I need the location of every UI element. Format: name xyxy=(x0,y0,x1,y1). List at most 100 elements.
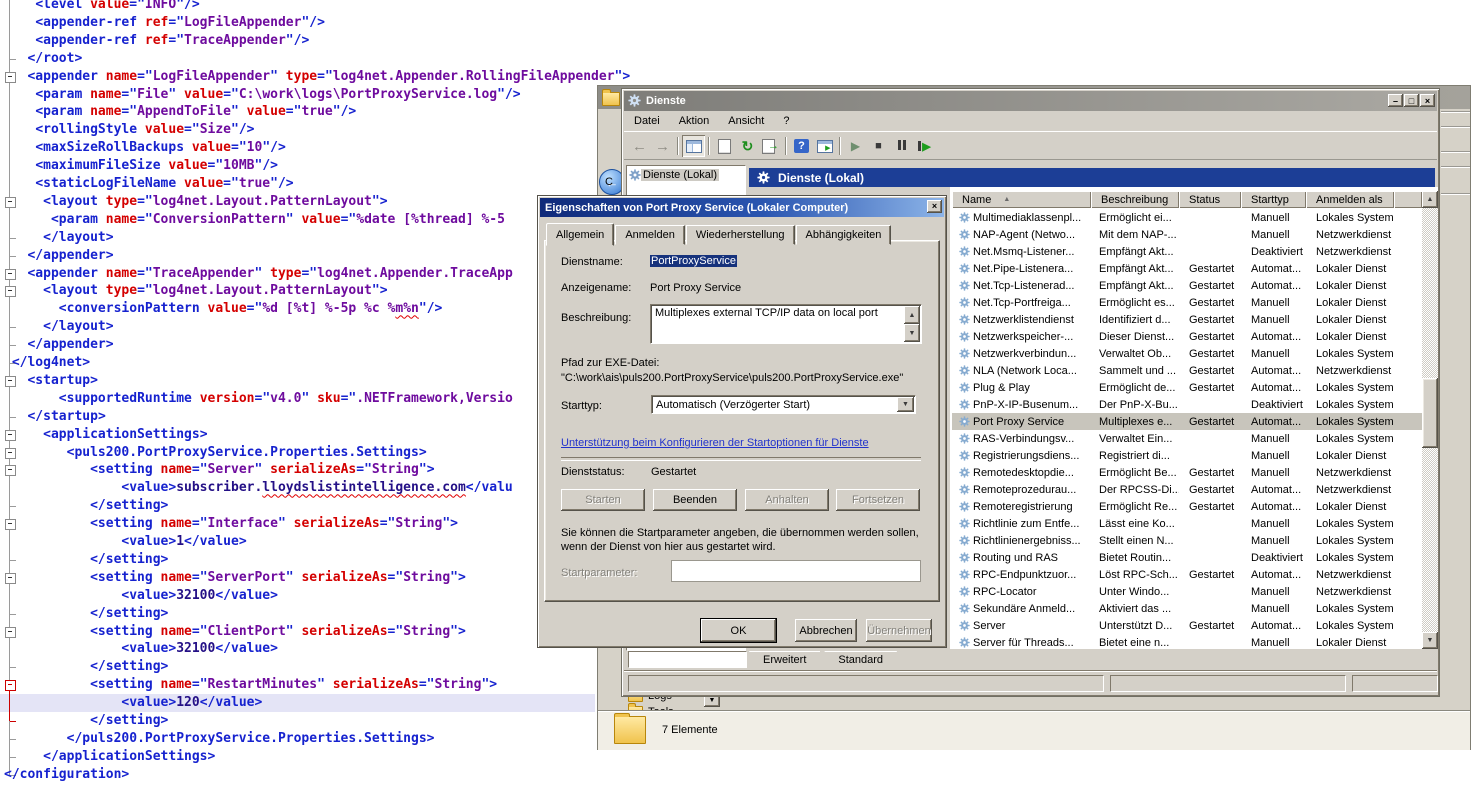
scroll-up-button[interactable]: ▲ xyxy=(904,306,920,324)
service-row[interactable]: Net.Pipe-Listenera...Empfängt Akt...Gest… xyxy=(952,260,1422,277)
code-line[interactable]: <appender-ref ref="LogFileAppender"/> xyxy=(0,14,595,32)
back-icon[interactable]: ← xyxy=(628,135,651,157)
scroll-up-button[interactable]: ▲ xyxy=(1422,191,1438,208)
code-line[interactable]: <appender name="TraceAppender" type="log… xyxy=(0,265,595,283)
tree-item-dienste-lokal[interactable]: Dienste (Lokal) xyxy=(629,169,743,181)
tab-abhängigkeiten[interactable]: Abhängigkeiten xyxy=(796,225,892,245)
code-line[interactable]: <param name="ConversionPattern" value="%… xyxy=(0,211,595,229)
tab-anmelden[interactable]: Anmelden xyxy=(615,225,685,245)
service-row[interactable]: Sekundäre Anmeld...Aktiviert das ...Manu… xyxy=(952,600,1422,617)
menu-aktion[interactable]: Aktion xyxy=(679,115,710,127)
service-row[interactable]: Server für Threads...Bietet eine n...Man… xyxy=(952,634,1422,649)
close-icon[interactable]: × xyxy=(927,200,942,213)
code-line[interactable]: <startup> xyxy=(0,372,595,390)
code-line[interactable]: <setting name="ServerPort" serializeAs="… xyxy=(0,569,595,587)
scrollbar-thumb[interactable] xyxy=(1422,378,1438,448)
column-header-beschreibung[interactable]: Beschreibung xyxy=(1091,191,1179,208)
window-play-icon[interactable]: ▶ xyxy=(813,135,836,157)
service-row[interactable]: Net.Tcp-Listenerad...Empfängt Akt...Gest… xyxy=(952,277,1422,294)
help-icon[interactable]: ? xyxy=(790,135,813,157)
code-line[interactable]: <staticLogFileName value="true"/> xyxy=(0,175,595,193)
beenden-button[interactable]: Beenden xyxy=(653,489,737,511)
service-row[interactable]: RPC-Endpunktzuor...Löst RPC-Sch...Gestar… xyxy=(952,566,1422,583)
service-row[interactable]: Remotedesktopdie...Ermöglicht Be...Gesta… xyxy=(952,464,1422,481)
stop-service-icon[interactable]: ■ xyxy=(867,135,890,157)
code-line[interactable]: <layout type="log4net.Layout.PatternLayo… xyxy=(0,282,595,300)
service-row[interactable]: RPC-LocatorUnter Windo...ManuellNetzwerk… xyxy=(952,583,1422,600)
fold-toggle-icon[interactable] xyxy=(5,286,16,297)
fold-toggle-icon[interactable] xyxy=(5,430,16,441)
fold-toggle-icon[interactable] xyxy=(5,627,16,638)
code-line[interactable]: <maximumFileSize value="10MB"/> xyxy=(0,157,595,175)
show-console-tree-icon[interactable] xyxy=(682,135,705,157)
minimize-icon[interactable]: – xyxy=(1388,94,1403,107)
code-line[interactable]: </root> xyxy=(0,50,595,68)
code-line[interactable]: </layout> xyxy=(0,229,595,247)
fold-toggle-icon[interactable] xyxy=(5,519,16,530)
service-row[interactable]: Remoteprozedurau...Der RPCSS-Di...Gestar… xyxy=(952,481,1422,498)
fold-toggle-icon[interactable] xyxy=(5,376,16,387)
service-row[interactable]: RAS-Verbindungsv...Verwaltet Ein...Manue… xyxy=(952,430,1422,447)
service-row[interactable]: Netzwerkverbindun...Verwaltet Ob...Gesta… xyxy=(952,345,1422,362)
service-row[interactable]: NLA (Network Loca...Sammelt und ...Gesta… xyxy=(952,362,1422,379)
code-line[interactable]: </setting> xyxy=(0,712,595,730)
code-line[interactable]: </applicationSettings> xyxy=(0,748,595,766)
code-line[interactable]: <level value="INFO"/> xyxy=(0,0,595,14)
fold-toggle-icon[interactable] xyxy=(5,197,16,208)
chevron-down-icon[interactable]: ▼ xyxy=(897,397,914,412)
beschreibung-textbox[interactable]: Multiplexes external TCP/IP data on loca… xyxy=(650,304,922,344)
code-line[interactable]: <setting name="RestartMinutes" serialize… xyxy=(0,676,595,694)
column-header-starttyp[interactable]: Starttyp xyxy=(1241,191,1306,208)
service-row[interactable]: NAP-Agent (Netwo...Mit dem NAP-...Manuel… xyxy=(952,226,1422,243)
code-line[interactable]: <supportedRuntime version="v4.0" sku=".N… xyxy=(0,390,595,408)
menu-[interactable]: ? xyxy=(783,115,789,127)
code-line[interactable]: <value>subscriber.lloydslistintelligence… xyxy=(0,479,595,497)
fold-toggle-icon[interactable] xyxy=(5,448,16,459)
properties-icon[interactable] xyxy=(713,135,736,157)
code-line[interactable]: <maxSizeRollBackups value="10"/> xyxy=(0,139,595,157)
code-line[interactable]: <setting name="Server" serializeAs="Stri… xyxy=(0,461,595,479)
services-titlebar[interactable]: Dienste xyxy=(624,91,1437,111)
tab-erweitert[interactable]: Erweitert xyxy=(749,651,820,668)
code-line[interactable]: <setting name="Interface" serializeAs="S… xyxy=(0,515,595,533)
service-row[interactable]: Plug & PlayErmöglicht de...GestartetAuto… xyxy=(952,379,1422,396)
scroll-down-button[interactable]: ▼ xyxy=(1422,632,1438,649)
code-line[interactable]: <appender name="LogFileAppender" type="l… xyxy=(0,68,595,86)
code-line[interactable]: <rollingStyle value="Size"/> xyxy=(0,121,595,139)
code-line[interactable]: </configuration> xyxy=(0,766,595,784)
code-line[interactable]: </layout> xyxy=(0,318,595,336)
code-line[interactable]: </setting> xyxy=(0,658,595,676)
value-anzeigename[interactable]: Port Proxy Service xyxy=(650,282,741,294)
code-line[interactable]: </setting> xyxy=(0,497,595,515)
service-row[interactable]: Registrierungsdiens...Registriert di...M… xyxy=(952,447,1422,464)
service-row[interactable]: Net.Tcp-Portfreiga...Ermöglicht es...Ges… xyxy=(952,294,1422,311)
service-row[interactable]: Netzwerkspeicher-...Dieser Dienst...Gest… xyxy=(952,328,1422,345)
abbrechen-button[interactable]: Abbrechen xyxy=(795,619,857,642)
code-line[interactable]: </log4net> xyxy=(0,354,595,372)
code-line[interactable]: </setting> xyxy=(0,605,595,623)
fold-toggle-icon[interactable] xyxy=(5,465,16,476)
export-list-icon[interactable]: → xyxy=(759,135,782,157)
starttyp-combobox[interactable]: Automatisch (Verzögerter Start) ▼ xyxy=(651,395,916,414)
fold-toggle-icon[interactable] xyxy=(5,269,16,280)
column-header-anmelden-als[interactable]: Anmelden als xyxy=(1306,191,1394,208)
menu-datei[interactable]: Datei xyxy=(634,115,660,127)
code-line[interactable]: </appender> xyxy=(0,247,595,265)
tab-allgemein[interactable]: Allgemein xyxy=(546,223,614,246)
service-row[interactable]: Multimediaklassenpl...Ermöglicht ei...Ma… xyxy=(952,209,1422,226)
code-line[interactable]: </startup> xyxy=(0,408,595,426)
code-line[interactable]: <applicationSettings> xyxy=(0,426,595,444)
service-row[interactable]: PnP-X-IP-Busenum...Der PnP-X-Bu...Deakti… xyxy=(952,396,1422,413)
service-row[interactable]: ServerUnterstützt D...GestartetAutomat..… xyxy=(952,617,1422,634)
service-row[interactable]: NetzwerklistendienstIdentifiziert d...Ge… xyxy=(952,311,1422,328)
code-line[interactable]: <setting name="ClientPort" serializeAs="… xyxy=(0,623,595,641)
service-row[interactable]: Net.Msmq-Listener...Empfängt Akt...Deakt… xyxy=(952,243,1422,260)
ok-button[interactable]: OK xyxy=(701,619,776,642)
code-line[interactable]: <param name="File" value="C:\work\logs\P… xyxy=(0,86,595,104)
column-header-status[interactable]: Status xyxy=(1179,191,1241,208)
tab-wiederherstellung[interactable]: Wiederherstellung xyxy=(686,225,795,245)
code-line[interactable]: <value>32100</value> xyxy=(0,640,595,658)
maximize-icon[interactable]: □ xyxy=(1404,94,1419,107)
pause-service-icon[interactable] xyxy=(890,135,913,157)
code-line[interactable]: </puls200.PortProxyService.Properties.Se… xyxy=(0,730,595,748)
